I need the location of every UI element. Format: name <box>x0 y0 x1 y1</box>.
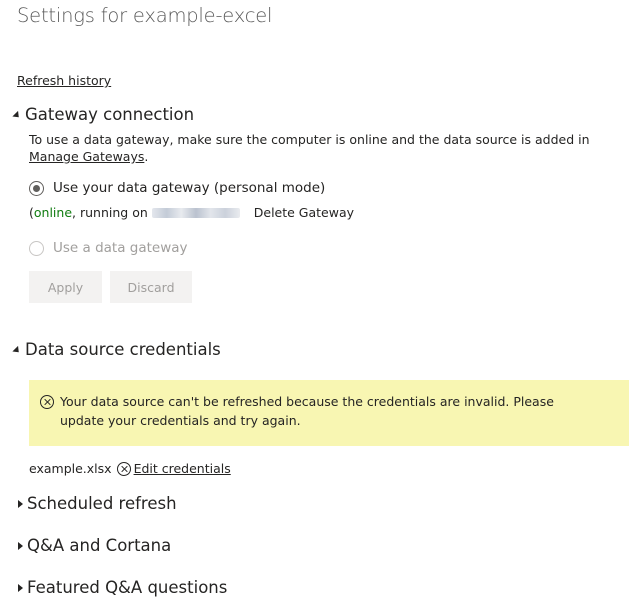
data-gateway-radio[interactable] <box>29 240 44 256</box>
featured-qna-header[interactable]: Featured Q&A questions <box>13 578 227 597</box>
expand-triangle-icon <box>18 499 23 508</box>
delete-gateway-link[interactable]: Delete Gateway <box>254 205 354 220</box>
edit-credentials-link[interactable]: Edit credentials <box>134 461 231 476</box>
gateway-connection-header[interactable]: Gateway connection <box>12 105 195 124</box>
data-gateway-option[interactable]: Use a data gateway <box>29 240 188 256</box>
refresh-history-link[interactable]: Refresh history <box>17 73 111 88</box>
data-source-filename: example.xlsx <box>29 461 112 476</box>
data-source-credentials-label: Data source credentials <box>25 340 221 359</box>
status-online: online <box>33 205 73 220</box>
error-circle-icon <box>116 461 131 476</box>
expand-triangle-icon <box>18 541 23 550</box>
apply-button[interactable]: Apply <box>29 271 102 303</box>
gateway-description-text: To use a data gateway, make sure the com… <box>29 132 590 147</box>
scheduled-refresh-header[interactable]: Scheduled refresh <box>13 494 177 513</box>
error-circle-icon <box>40 395 54 409</box>
credential-row: example.xlsx Edit credentials <box>29 461 231 476</box>
blurred-hostname <box>151 207 240 218</box>
collapse-triangle-icon <box>12 110 22 121</box>
personal-gateway-label: Use your data gateway (personal mode) <box>53 180 326 196</box>
gateway-connection-label: Gateway connection <box>25 105 195 124</box>
expand-triangle-icon <box>18 583 23 592</box>
credentials-warning-text: Your data source can't be refreshed beca… <box>60 394 554 428</box>
gateway-status: (online, running on Delete Gateway <box>29 205 354 220</box>
manage-gateways-link[interactable]: Manage Gateways <box>29 149 144 164</box>
qna-cortana-label: Q&A and Cortana <box>27 536 172 555</box>
collapse-triangle-icon <box>12 345 22 356</box>
discard-button[interactable]: Discard <box>110 271 192 303</box>
featured-qna-label: Featured Q&A questions <box>27 578 228 597</box>
gateway-description: To use a data gateway, make sure the com… <box>29 131 609 165</box>
personal-gateway-radio[interactable] <box>29 180 44 196</box>
personal-gateway-option[interactable]: Use your data gateway (personal mode) <box>29 180 325 196</box>
scheduled-refresh-label: Scheduled refresh <box>27 494 177 513</box>
gateway-description-end: . <box>144 149 149 164</box>
qna-cortana-header[interactable]: Q&A and Cortana <box>13 536 171 555</box>
data-gateway-label: Use a data gateway <box>53 240 188 256</box>
credentials-warning-banner: Your data source can't be refreshed beca… <box>29 380 629 446</box>
page-title: Settings for example-excel <box>17 4 273 27</box>
data-source-credentials-header[interactable]: Data source credentials <box>12 340 221 359</box>
status-running: , running on <box>72 205 148 220</box>
